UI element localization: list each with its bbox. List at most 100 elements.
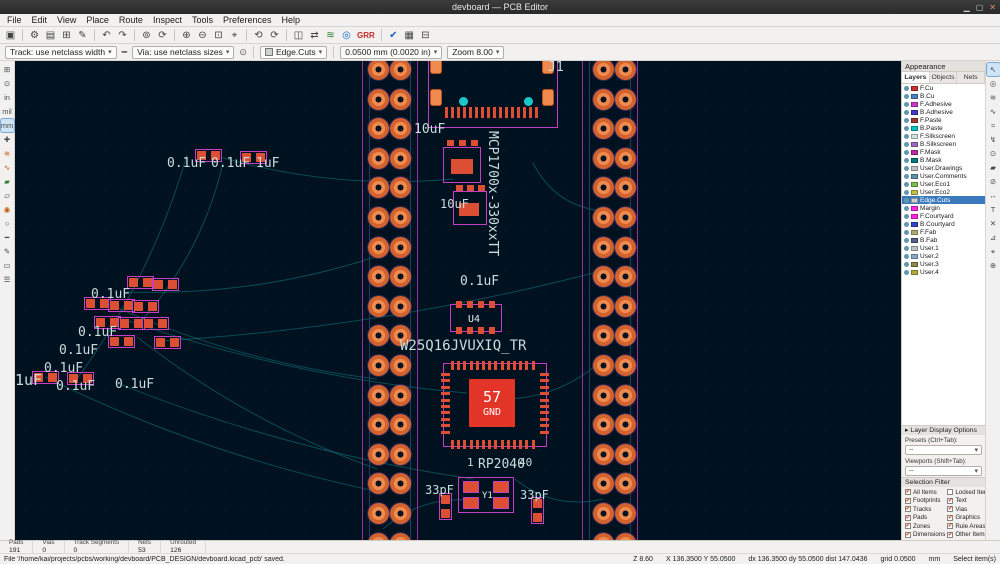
layer-row-margin[interactable]: Margin <box>902 204 985 212</box>
menu-edit[interactable]: Edit <box>27 15 53 25</box>
u4-refdes[interactable]: U4 <box>468 314 480 325</box>
footprint-editor-button[interactable]: ◫ <box>291 28 306 42</box>
through-hole-pad[interactable] <box>390 443 411 465</box>
layer-color-swatch[interactable] <box>911 125 918 131</box>
curved-ratsnest-toggle[interactable]: ∿ <box>1 161 14 174</box>
through-hole-pad[interactable] <box>368 355 389 376</box>
layer-color-swatch[interactable] <box>911 93 918 99</box>
menu-place[interactable]: Place <box>81 15 114 25</box>
capacitor-footprint[interactable] <box>132 300 159 313</box>
silkscreen-label[interactable]: 0.1uF <box>44 362 83 375</box>
through-hole-pad[interactable] <box>368 207 389 228</box>
rp2040-pin-pad[interactable] <box>513 361 516 370</box>
through-hole-pad[interactable] <box>593 295 614 317</box>
through-hole-pad[interactable] <box>615 325 636 347</box>
through-hole-pad[interactable] <box>615 236 636 258</box>
through-hole-pad[interactable] <box>593 325 614 347</box>
via[interactable] <box>459 97 468 106</box>
checkbox[interactable] <box>947 497 954 504</box>
rp2040-pin-pad[interactable] <box>540 373 549 376</box>
silkscreen-label[interactable]: 0.1uF <box>56 380 95 393</box>
through-hole-pad[interactable] <box>593 236 614 258</box>
show-ratsnest-button[interactable]: ≋ <box>323 28 338 42</box>
rp2040-pin-pad[interactable] <box>531 440 535 449</box>
zoom-fit-button[interactable]: ⊡ <box>211 28 226 42</box>
u4-pin-pad[interactable] <box>467 301 473 308</box>
checkbox[interactable] <box>905 514 911 521</box>
visibility-eye-icon[interactable] <box>904 109 909 115</box>
rotate-ccw-button[interactable]: ⟲ <box>251 28 266 42</box>
layer-color-swatch[interactable] <box>911 221 918 227</box>
rp2040-pin-pad[interactable] <box>441 398 450 402</box>
menu-inspect[interactable]: Inspect <box>148 15 187 25</box>
zone-tool[interactable]: ▰ <box>987 161 1000 174</box>
menu-route[interactable]: Route <box>114 15 148 25</box>
rp2040-pin-pad[interactable] <box>540 385 549 389</box>
through-hole-pad[interactable] <box>390 532 411 540</box>
units-mm-toggle[interactable]: mm <box>0 118 15 133</box>
filter-zones[interactable]: Zones <box>905 523 945 530</box>
rp2040-pin-pad[interactable] <box>531 361 535 370</box>
through-hole-pad[interactable] <box>593 61 614 80</box>
silkscreen-label[interactable]: 10uF <box>440 198 469 210</box>
layer-color-swatch[interactable] <box>911 189 918 195</box>
silkscreen-label[interactable]: 10uF <box>414 123 445 136</box>
visibility-eye-icon[interactable] <box>904 205 909 211</box>
checkbox[interactable] <box>947 489 954 495</box>
j1-pin-pad[interactable] <box>451 107 454 118</box>
through-hole-pad[interactable] <box>615 384 636 406</box>
through-hole-pad[interactable] <box>368 503 389 524</box>
zoom-selection-button[interactable]: ⌖ <box>227 28 242 42</box>
silkscreen-label[interactable]: 0.1uF <box>115 378 154 391</box>
j1-pin-pad[interactable] <box>511 107 514 118</box>
silkscreen-label[interactable]: J1 <box>548 61 564 74</box>
regulator-pin-pad[interactable] <box>471 140 478 146</box>
silkscreen-label[interactable]: 40 <box>519 457 532 468</box>
through-hole-pad[interactable] <box>368 473 389 495</box>
through-hole-pad[interactable] <box>593 443 614 465</box>
grid-select[interactable]: 0.0500 mm (0.0020 in) ▾ <box>340 45 443 59</box>
through-hole-pad[interactable] <box>390 118 411 140</box>
layer-color-swatch[interactable] <box>911 133 918 139</box>
rp2040-pin-pad[interactable] <box>488 361 492 370</box>
j1-pin-pad[interactable] <box>445 107 448 118</box>
layer-row-user-1[interactable]: User.1 <box>902 244 985 252</box>
through-hole-pad[interactable] <box>615 88 636 110</box>
text-tool[interactable]: T <box>987 203 1000 216</box>
rp2040-pin-pad[interactable] <box>482 440 485 449</box>
polar-coordinates-toggle[interactable]: ⊙ <box>1 77 14 90</box>
rp2040-pin-pad[interactable] <box>441 385 450 389</box>
j1-shield-pad[interactable] <box>542 89 554 106</box>
rp2040-pin-pad[interactable] <box>441 424 450 428</box>
through-hole-pad[interactable] <box>368 295 389 317</box>
y1-pad[interactable] <box>464 498 478 508</box>
through-hole-pad[interactable] <box>593 384 614 406</box>
layer-row-user-2[interactable]: User.2 <box>902 252 985 260</box>
through-hole-pad[interactable] <box>593 118 614 140</box>
j1-pin-pad[interactable] <box>523 107 526 118</box>
regulator-pin-pad[interactable] <box>467 185 474 191</box>
maximize-button[interactable]: ▢ <box>976 3 984 12</box>
layer-row-b-adhesive[interactable]: B.Adhesive <box>902 108 985 116</box>
layer-row-b-fab[interactable]: B.Fab <box>902 236 985 244</box>
rp2040-pin-pad[interactable] <box>441 405 450 408</box>
3d-viewer-button[interactable]: ▦ <box>402 28 417 42</box>
through-hole-pad[interactable] <box>368 532 389 540</box>
layer-color-swatch[interactable] <box>911 253 918 259</box>
through-hole-pad[interactable] <box>368 414 389 436</box>
u4-pin-pad[interactable] <box>467 327 473 334</box>
measure-tool[interactable]: ⊿ <box>987 231 1000 244</box>
grid-settings-toggle[interactable]: ⊞ <box>1 63 14 76</box>
rp2040-pin-pad[interactable] <box>519 440 523 449</box>
tab-objects[interactable]: Objects <box>930 72 958 83</box>
through-hole-pad[interactable] <box>368 266 389 288</box>
layer-row-b-cu[interactable]: B.Cu <box>902 92 985 100</box>
through-hole-pad[interactable] <box>615 118 636 140</box>
silkscreen-label[interactable]: 1uF <box>256 157 279 170</box>
j1-pin-pad[interactable] <box>493 107 496 118</box>
rp2040-pin-pad[interactable] <box>441 411 450 415</box>
close-button[interactable]: ✕ <box>989 3 996 12</box>
u4-pin-pad[interactable] <box>478 301 484 308</box>
select-tool[interactable]: ↖ <box>985 62 1000 77</box>
rp2040-pin-pad[interactable] <box>441 379 450 383</box>
